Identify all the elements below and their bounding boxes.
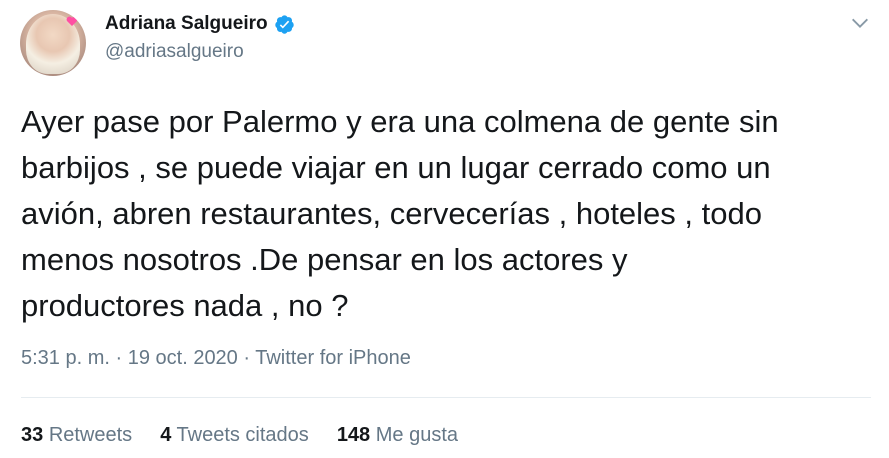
tweet-text: Ayer pase por Palermo y era una colmena … <box>21 104 779 323</box>
divider <box>21 397 871 398</box>
tweet-metadata: 5:31 p. m. · 19 oct. 2020 · Twitter for … <box>21 347 411 370</box>
meta-separator: · <box>237 347 256 369</box>
likes-label: Me gusta <box>375 424 459 446</box>
retweets-label: Retweets <box>48 424 133 446</box>
quotes-stat[interactable]: 4 Tweets citados <box>160 424 309 447</box>
quotes-label: Tweets citados <box>176 424 309 446</box>
likes-stat[interactable]: 148 Me gusta <box>337 424 458 447</box>
likes-count: 148 <box>336 424 371 446</box>
author-name-row[interactable]: Adriana Salgueiro <box>105 13 295 35</box>
tweet-source[interactable]: Twitter for iPhone <box>255 347 411 369</box>
quotes-count: 4 <box>160 424 172 446</box>
display-name[interactable]: Adriana Salgueiro <box>105 13 268 35</box>
author-handle[interactable]: @adriasalgueiro <box>105 41 244 63</box>
tweet-time[interactable]: 5:31 p. m. <box>21 347 110 369</box>
retweets-stat[interactable]: 33 Retweets <box>21 424 132 447</box>
meta-separator: · <box>109 347 128 369</box>
verified-badge-icon <box>274 14 294 34</box>
heart-sticker-icon <box>66 16 78 26</box>
tweet-stats: 33 Retweets 4 Tweets citados 148 Me gust… <box>21 424 458 447</box>
retweets-count: 33 <box>21 424 44 446</box>
avatar[interactable] <box>20 10 86 76</box>
tweet-date[interactable]: 19 oct. 2020 <box>128 347 238 369</box>
chevron-down-icon[interactable] <box>849 12 871 34</box>
